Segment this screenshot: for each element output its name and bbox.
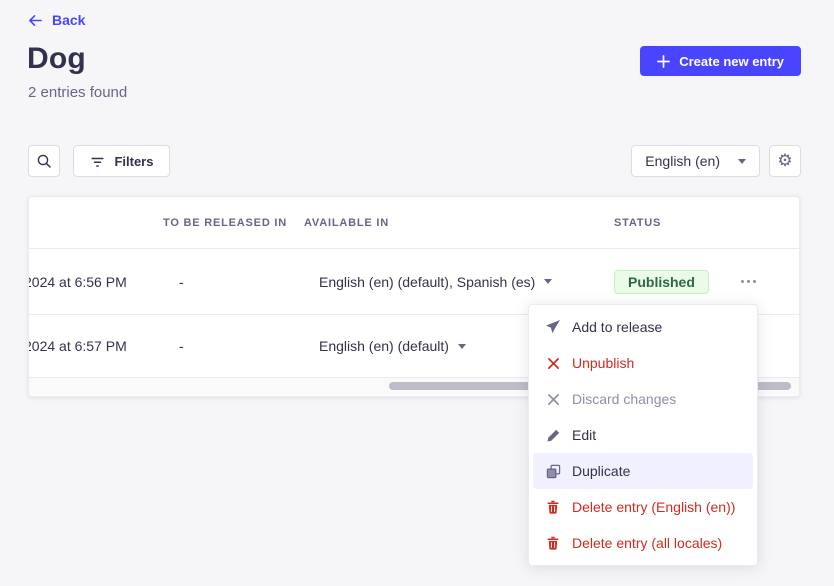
menu-item-label: Duplicate (572, 463, 630, 479)
filters-button[interactable]: Filters (73, 145, 170, 177)
menu-item-label: Delete entry (all locales) (572, 535, 722, 551)
row-actions-menu: Add to release Unpublish Discard changes… (528, 304, 758, 566)
menu-item-duplicate[interactable]: Duplicate (533, 453, 753, 489)
available-locales-text: English (en) (default) (319, 338, 449, 354)
pencil-icon (545, 427, 561, 443)
create-new-entry-button[interactable]: Create new entry (640, 46, 801, 76)
duplicate-icon (545, 463, 561, 479)
gear-icon: ⚙ (777, 153, 792, 170)
settings-button[interactable]: ⚙ (769, 145, 801, 177)
entries-count: 2 entries found (28, 84, 127, 101)
cell-updated-at: 2024 at 6:57 PM (28, 338, 127, 354)
status-badge: Published (614, 270, 709, 294)
search-icon (36, 153, 52, 169)
menu-item-label: Add to release (572, 319, 662, 335)
filter-icon (90, 154, 105, 169)
plus-icon (657, 55, 670, 68)
cross-icon (545, 355, 561, 371)
back-label: Back (52, 12, 85, 28)
cell-to-be-released-in: - (179, 338, 184, 354)
column-header-available-in[interactable]: AVAILABLE IN (304, 197, 389, 249)
chevron-down-icon (738, 159, 746, 164)
trash-icon (545, 535, 561, 551)
page-title: Dog (27, 42, 86, 76)
menu-item-unpublish[interactable]: Unpublish (533, 345, 753, 381)
menu-item-label: Edit (572, 427, 596, 443)
cross-icon (545, 391, 561, 407)
locale-selected-value: English (en) (645, 153, 720, 169)
menu-item-label: Delete entry (English (en)) (572, 499, 735, 515)
cell-available-in[interactable]: English (en) (default) (319, 338, 466, 354)
menu-item-label: Discard changes (572, 391, 676, 407)
table-header-row: TO BE RELEASED IN AVAILABLE IN STATUS (29, 197, 799, 249)
menu-item-discard-changes[interactable]: Discard changes (533, 381, 753, 417)
send-icon (545, 319, 561, 335)
chevron-down-icon (544, 279, 552, 284)
filters-label: Filters (114, 154, 153, 169)
column-header-to-be-released-in[interactable]: TO BE RELEASED IN (163, 197, 287, 249)
cell-to-be-released-in: - (179, 274, 184, 290)
cell-available-in[interactable]: English (en) (default), Spanish (es) (319, 274, 552, 290)
menu-item-delete-entry-locale[interactable]: Delete entry (English (en)) (533, 489, 753, 525)
arrow-left-icon (28, 13, 43, 28)
menu-item-label: Unpublish (572, 355, 634, 371)
trash-icon (545, 499, 561, 515)
toolbar: Filters English (en) ⚙ (28, 145, 801, 177)
create-new-entry-label: Create new entry (679, 54, 784, 69)
column-header-status[interactable]: STATUS (614, 197, 661, 249)
locale-select[interactable]: English (en) (631, 145, 760, 177)
cell-updated-at: 2024 at 6:56 PM (28, 274, 127, 290)
menu-item-delete-entry-all-locales[interactable]: Delete entry (all locales) (533, 525, 753, 561)
more-options-button[interactable] (738, 272, 758, 292)
menu-item-edit[interactable]: Edit (533, 417, 753, 453)
chevron-down-icon (458, 344, 466, 349)
menu-item-add-to-release[interactable]: Add to release (533, 309, 753, 345)
available-locales-text: English (en) (default), Spanish (es) (319, 274, 535, 290)
back-link[interactable]: Back (28, 12, 85, 28)
search-button[interactable] (28, 145, 60, 177)
